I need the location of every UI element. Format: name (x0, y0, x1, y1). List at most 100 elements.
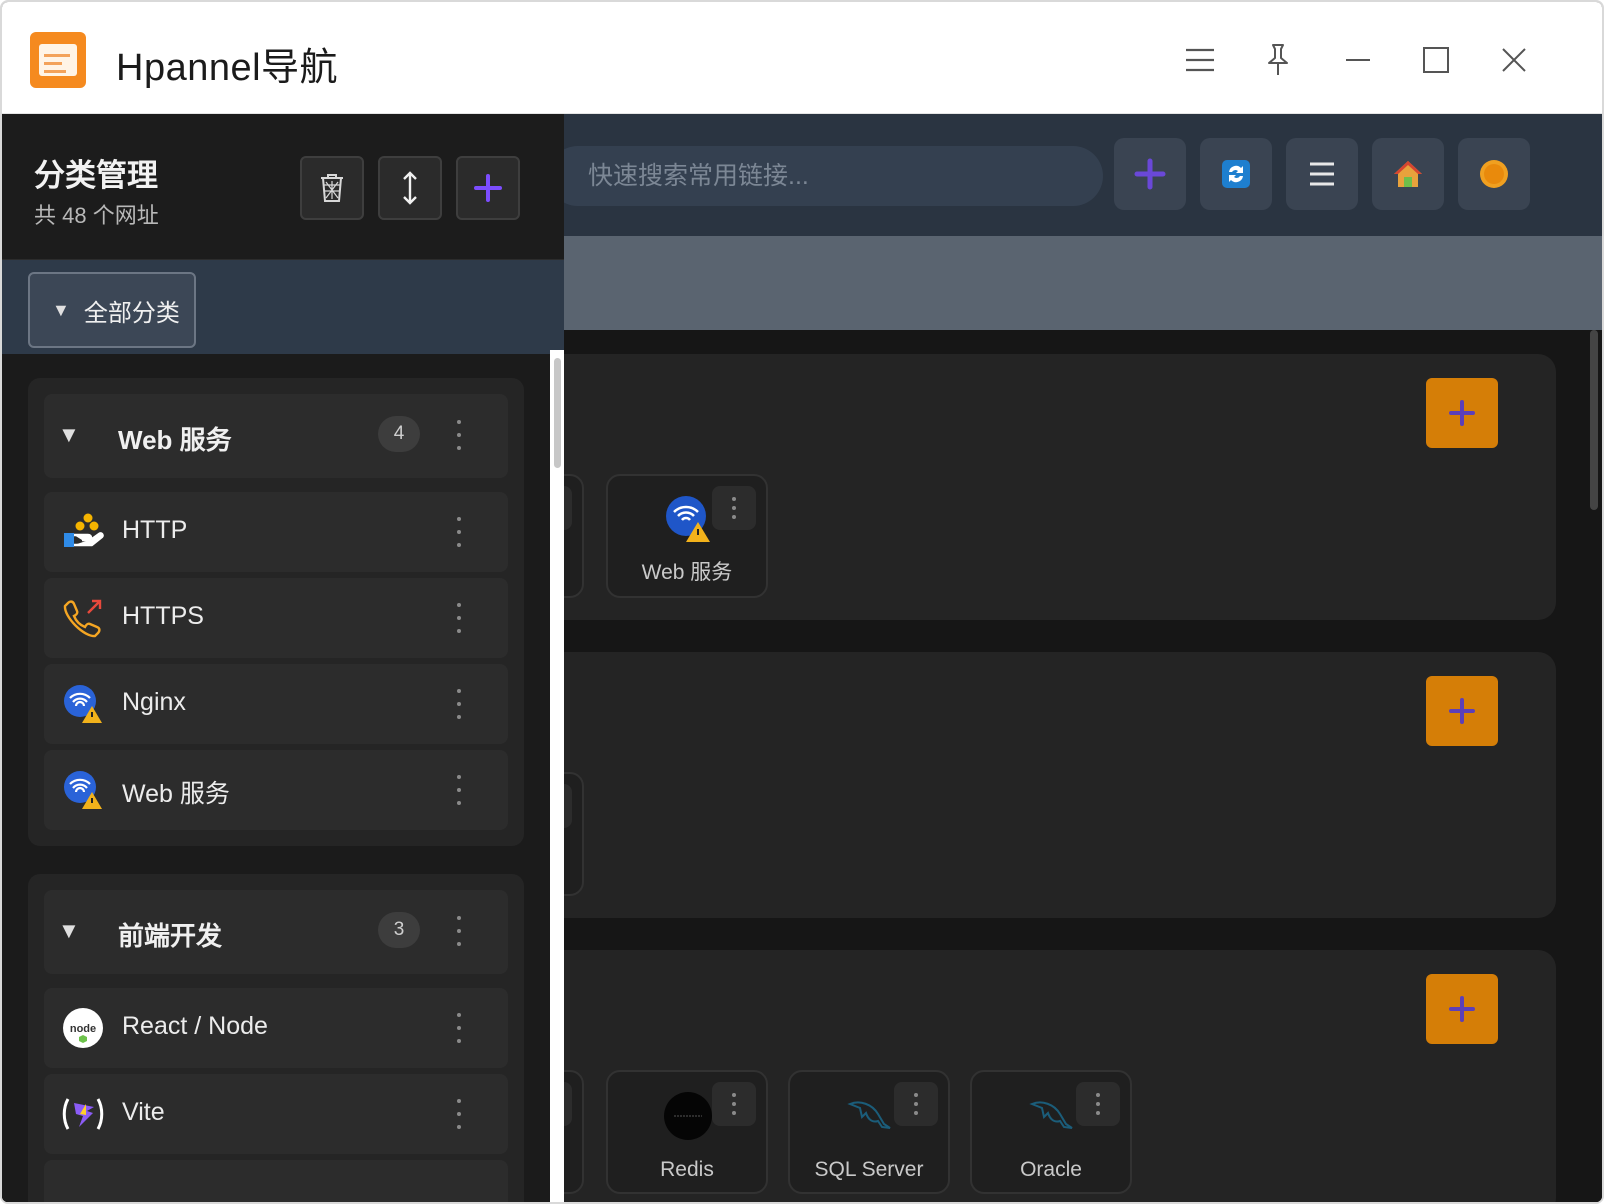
category-group: ▼ Web 服务 4 HTTP HTTPS Nginx Web 服务 (28, 378, 524, 846)
delete-button[interactable] (300, 156, 364, 220)
item-menu-icon[interactable] (454, 1099, 464, 1129)
card-menu-button[interactable] (712, 486, 756, 530)
category-list: ▼ Web 服务 4 HTTP HTTPS Nginx Web 服务 ▼ 前端开… (2, 354, 564, 1202)
category-menu-icon[interactable] (454, 916, 464, 946)
add-icon (1449, 698, 1475, 724)
link-card[interactable]: Redis (606, 1070, 768, 1194)
close-icon[interactable] (1492, 38, 1536, 82)
filter-bar: ▼ 全部分类 (2, 260, 564, 354)
card-menu-button[interactable] (712, 1082, 756, 1126)
main-scrollbar[interactable] (1590, 330, 1598, 510)
card-label: SQL Server (814, 1158, 924, 1181)
drawer-scrollbar[interactable] (550, 350, 564, 1202)
theme-icon (1480, 160, 1508, 188)
vite-icon (62, 1098, 104, 1130)
link-group: Web 服务 (422, 354, 1556, 620)
item-label: HTTP (122, 516, 188, 544)
card-label: Oracle (1020, 1158, 1082, 1181)
category-name: Web 服务 (118, 425, 232, 455)
node-icon: node (63, 1008, 103, 1048)
item-menu-icon[interactable] (454, 689, 464, 719)
search-input[interactable]: 快速搜索常用链接... (548, 146, 1103, 206)
up-down-arrow-icon (403, 171, 417, 205)
item-label: Nginx (122, 688, 186, 716)
category-header[interactable]: ▼ 前端开发 3 (44, 890, 508, 974)
item-menu-icon[interactable] (454, 1013, 464, 1043)
minimize-icon[interactable] (1336, 38, 1380, 82)
link-card[interactable]: SQL Server (788, 1070, 950, 1194)
home-button[interactable] (1372, 138, 1444, 210)
list-item[interactable]: HTTP (44, 492, 508, 572)
list-item[interactable]: Vite (44, 1074, 508, 1154)
link-card[interactable]: Web 服务 (606, 474, 768, 598)
add-icon (1449, 400, 1475, 426)
drawer-title: 分类管理 (34, 158, 158, 193)
add-icon (1449, 996, 1475, 1022)
network-hand-icon (64, 513, 104, 547)
sort-button[interactable] (378, 156, 442, 220)
item-menu-icon[interactable] (454, 775, 464, 805)
app-logo-icon (30, 32, 86, 88)
item-label: HTTPS (122, 602, 204, 630)
window-title: Hpannel导航 (116, 47, 339, 89)
list-item[interactable] (44, 1160, 508, 1202)
trash-icon (321, 174, 343, 202)
add-icon (474, 174, 502, 202)
filter-label: 全部分类 (83, 299, 180, 327)
item-label: Vite (122, 1098, 165, 1126)
category-header[interactable]: ▼ Web 服务 4 (44, 394, 508, 478)
add-to-group-button[interactable] (1426, 974, 1498, 1044)
link-count: 共 48 个网址 (34, 203, 159, 228)
category-menu-icon[interactable] (454, 420, 464, 450)
item-label: React / Node (122, 1012, 268, 1040)
maximize-icon[interactable] (1414, 38, 1458, 82)
drawer-header: 分类管理 共 48 个网址 (2, 114, 564, 260)
card-menu-button[interactable] (894, 1082, 938, 1126)
item-menu-icon[interactable] (454, 517, 464, 547)
card-label: Redis (660, 1158, 714, 1181)
link-group: Redis SQL Server Oracle (422, 950, 1556, 1202)
list-item[interactable]: Nginx (44, 664, 508, 744)
category-filter-dropdown[interactable]: ▼ 全部分类 (28, 272, 196, 348)
collapse-caret-icon[interactable]: ▼ (58, 422, 80, 448)
add-category-button[interactable] (456, 156, 520, 220)
item-menu-icon[interactable] (454, 603, 464, 633)
list-view-button[interactable] (1286, 138, 1358, 210)
svg-text:node: node (70, 1023, 96, 1035)
list-item[interactable]: node React / Node (44, 988, 508, 1068)
item-label: Web 服务 (122, 780, 230, 808)
category-count-badge: 4 (378, 416, 420, 452)
list-icon (1310, 162, 1334, 186)
card-menu-button[interactable] (1076, 1082, 1120, 1126)
add-to-group-button[interactable] (1426, 676, 1498, 746)
dolphin-icon (847, 1101, 891, 1129)
sync-icon (1222, 160, 1250, 188)
sync-button[interactable] (1200, 138, 1272, 210)
add-link-button[interactable] (1114, 138, 1186, 210)
home-icon (1394, 161, 1422, 187)
category-group: ▼ 前端开发 3 node React / Node Vite (28, 874, 524, 1202)
menu-icon[interactable] (1178, 38, 1222, 82)
list-item[interactable]: HTTPS (44, 578, 508, 658)
redis-icon (664, 1092, 712, 1140)
theme-toggle-button[interactable] (1458, 138, 1530, 210)
list-item[interactable]: Web 服务 (44, 750, 508, 830)
drawer-scrollbar-thumb[interactable] (554, 358, 561, 468)
app-window: Hpannel导航 快速搜索常用链接... Web 服务 Redis SQL S… (0, 0, 1604, 1204)
dolphin-icon (1029, 1101, 1073, 1129)
wifi-warning-icon (666, 496, 710, 542)
add-to-group-button[interactable] (1426, 378, 1498, 448)
collapse-caret-icon[interactable]: ▼ (58, 918, 80, 944)
add-icon (1134, 158, 1166, 190)
pin-icon[interactable] (1256, 38, 1300, 82)
title-bar: Hpannel导航 (2, 2, 1602, 114)
wifi-warning-icon (64, 685, 102, 723)
link-card[interactable]: Oracle (970, 1070, 1132, 1194)
category-manager-drawer: 分类管理 共 48 个网址 ▼ 全部分类 ▼ Web 服务 4 HTTP HTT… (2, 114, 564, 1202)
wifi-warning-icon (64, 771, 102, 809)
category-name: 前端开发 (118, 921, 223, 951)
link-group (422, 652, 1556, 918)
category-count-badge: 3 (378, 912, 420, 948)
caret-down-icon: ▼ (52, 299, 70, 320)
card-label: Web 服务 (641, 561, 733, 584)
